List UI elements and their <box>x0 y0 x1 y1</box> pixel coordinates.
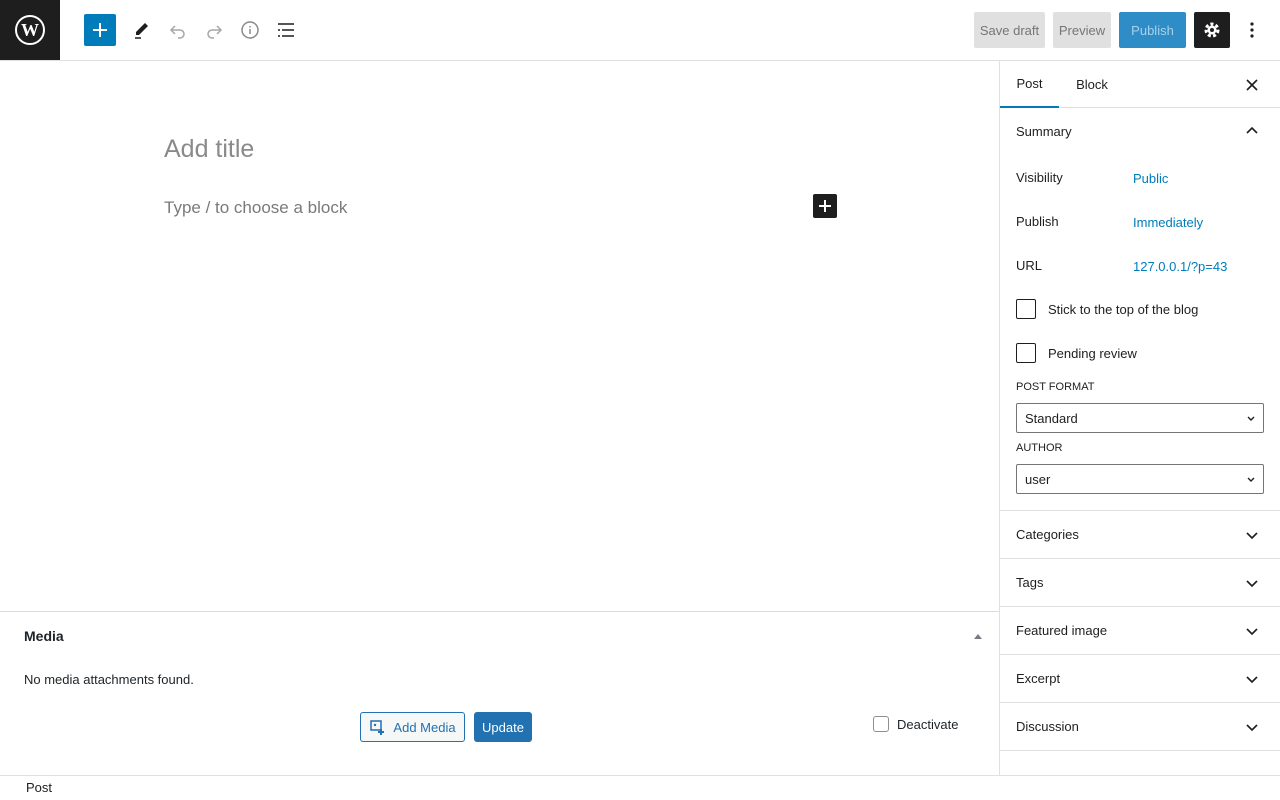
featured-image-panel-title: Featured image <box>1016 623 1108 638</box>
undo-button[interactable] <box>162 14 194 46</box>
chevron-down-icon <box>1246 628 1258 636</box>
editor-header: W Save draft Preview Publish <box>0 0 1280 61</box>
publish-label: Publish <box>1016 214 1059 229</box>
gear-icon <box>1204 22 1220 38</box>
update-button[interactable]: Update <box>474 712 532 742</box>
chevron-down-icon <box>1247 477 1255 482</box>
discussion-panel-title: Discussion <box>1016 719 1079 734</box>
summary-panel-title[interactable]: Summary <box>1016 124 1072 139</box>
categories-panel[interactable]: Categories <box>1000 511 1280 559</box>
undo-icon <box>169 25 185 39</box>
wordpress-logo-icon: W <box>15 15 45 45</box>
breadcrumb[interactable]: Post <box>26 780 52 795</box>
sidebar-tabs: Post Block <box>1000 61 1280 108</box>
deactivate-label: Deactivate <box>897 716 959 732</box>
list-view-button[interactable] <box>270 14 302 46</box>
editor-footer: Post <box>0 775 1280 800</box>
settings-sidebar: Post Block Summary Visibility Public Pub… <box>999 61 1280 775</box>
options-button[interactable] <box>1236 14 1268 46</box>
svg-text:W: W <box>21 20 39 40</box>
excerpt-panel-title: Excerpt <box>1016 671 1061 686</box>
wordpress-logo-button[interactable]: W <box>0 0 60 60</box>
visibility-label: Visibility <box>1016 170 1063 185</box>
editor-canvas: Add title Type / to choose a block <box>0 61 999 611</box>
featured-image-panel[interactable]: Featured image <box>1000 607 1280 655</box>
deactivate-option[interactable]: Deactivate <box>873 716 958 732</box>
post-format-label: POST FORMAT <box>1016 381 1095 393</box>
media-metabox: Media No media attachments found. Add Me… <box>0 611 999 775</box>
tags-panel[interactable]: Tags <box>1000 559 1280 607</box>
triangle-up-icon[interactable] <box>972 630 984 642</box>
author-select[interactable]: user <box>1016 464 1264 494</box>
post-title-input[interactable]: Add title <box>164 135 254 164</box>
chevron-down-icon <box>1246 724 1258 732</box>
discussion-panel[interactable]: Discussion <box>1000 703 1280 751</box>
media-empty-message: No media attachments found. <box>24 672 194 687</box>
pending-review-label: Pending review <box>1048 345 1137 361</box>
add-media-label: Add Media <box>393 719 456 735</box>
tags-panel-title: Tags <box>1016 575 1044 590</box>
publish-date-value[interactable]: Immediately <box>1133 215 1203 230</box>
tab-post[interactable]: Post <box>1000 61 1059 108</box>
publish-button[interactable]: Publish <box>1119 12 1186 48</box>
visibility-value[interactable]: Public <box>1133 171 1168 186</box>
pending-review-option[interactable]: Pending review <box>1016 343 1137 363</box>
post-format-value: Standard <box>1025 410 1078 426</box>
url-value[interactable]: 127.0.0.1/?p=43 <box>1133 259 1227 274</box>
deactivate-checkbox[interactable] <box>873 716 889 732</box>
list-view-icon <box>278 23 294 37</box>
chevron-down-icon <box>1246 676 1258 684</box>
sticky-option[interactable]: Stick to the top of the blog <box>1016 299 1198 319</box>
settings-button[interactable] <box>1194 12 1230 48</box>
save-draft-button[interactable]: Save draft <box>974 12 1045 48</box>
info-icon <box>241 21 259 39</box>
redo-icon <box>207 25 223 39</box>
sticky-checkbox[interactable] <box>1016 299 1036 319</box>
close-sidebar-button[interactable] <box>1240 73 1264 97</box>
details-button[interactable] <box>234 14 266 46</box>
pencil-icon <box>135 23 148 39</box>
plus-icon <box>819 200 831 212</box>
sticky-label: Stick to the top of the blog <box>1048 301 1199 317</box>
block-inserter-button[interactable] <box>84 14 116 46</box>
chevron-down-icon <box>1247 416 1255 421</box>
categories-panel-title: Categories <box>1016 527 1079 542</box>
more-vertical-icon <box>1250 22 1254 38</box>
tab-block[interactable]: Block <box>1059 61 1125 108</box>
media-metabox-title: Media <box>24 628 64 644</box>
post-format-select[interactable]: Standard <box>1016 403 1264 433</box>
author-value: user <box>1025 471 1051 487</box>
add-media-button[interactable]: Add Media <box>360 712 465 742</box>
add-media-icon <box>370 720 385 735</box>
preview-button[interactable]: Preview <box>1053 12 1111 48</box>
chevron-up-icon[interactable] <box>1244 123 1260 139</box>
author-label: AUTHOR <box>1016 442 1063 454</box>
pending-review-checkbox[interactable] <box>1016 343 1036 363</box>
plus-icon <box>93 23 107 37</box>
chevron-down-icon <box>1246 580 1258 588</box>
url-label: URL <box>1016 258 1043 273</box>
tools-edit-button[interactable] <box>126 14 158 46</box>
add-block-button[interactable] <box>813 194 837 218</box>
chevron-down-icon <box>1246 532 1258 540</box>
redo-button[interactable] <box>198 14 230 46</box>
excerpt-panel[interactable]: Excerpt <box>1000 655 1280 703</box>
close-icon <box>1246 79 1258 91</box>
default-block-appender[interactable]: Type / to choose a block <box>164 198 347 218</box>
